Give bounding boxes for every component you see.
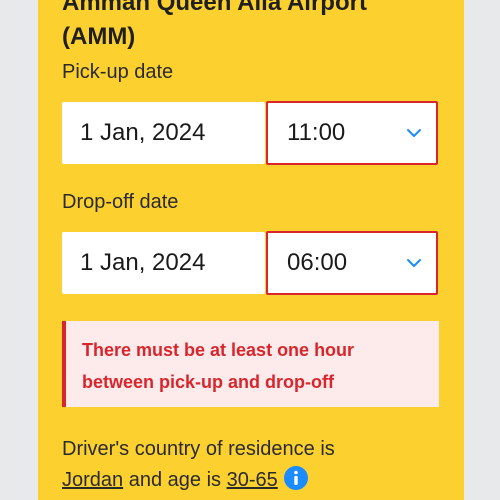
chevron-down-icon	[407, 259, 421, 267]
error-line-2: between pick-up and drop-off	[82, 372, 334, 392]
pickup-date-value: 1 Jan, 2024	[80, 119, 206, 146]
info-icon[interactable]	[283, 466, 308, 490]
age-link[interactable]: 30-65	[227, 469, 278, 491]
pickup-time-select[interactable]: 11:00	[266, 101, 438, 165]
dropoff-date-label: Drop-off date	[62, 191, 179, 213]
pickup-date-field[interactable]: 1 Jan, 2024	[62, 102, 265, 164]
country-link[interactable]: Jordan	[62, 469, 123, 491]
driver-residence-text: Driver's country of residence is Jordan …	[62, 434, 442, 496]
location-title-line1: Amman Queen Alia Airport	[62, 0, 367, 16]
time-error-message: There must be at least one hour between …	[62, 321, 439, 407]
search-panel: Amman Queen Alia Airport (AMM) Pick-up d…	[38, 0, 464, 500]
pickup-time-value: 11:00	[287, 119, 346, 146]
pickup-date-label: Pick-up date	[62, 61, 174, 83]
location-title-line2: (AMM)	[62, 23, 136, 50]
error-line-1: There must be at least one hour	[82, 340, 355, 360]
pickup-location-title: Amman Queen Alia Airport (AMM)	[62, 0, 442, 54]
dropoff-date-field[interactable]: 1 Jan, 2024	[62, 232, 265, 294]
dropoff-date-value: 1 Jan, 2024	[80, 249, 206, 276]
chevron-down-icon	[407, 129, 421, 137]
residence-prefix: Driver's country of residence is	[62, 438, 335, 460]
residence-middle: and age is	[123, 469, 227, 491]
dropoff-time-select[interactable]: 06:00	[266, 231, 438, 295]
dropoff-time-value: 06:00	[287, 249, 348, 276]
